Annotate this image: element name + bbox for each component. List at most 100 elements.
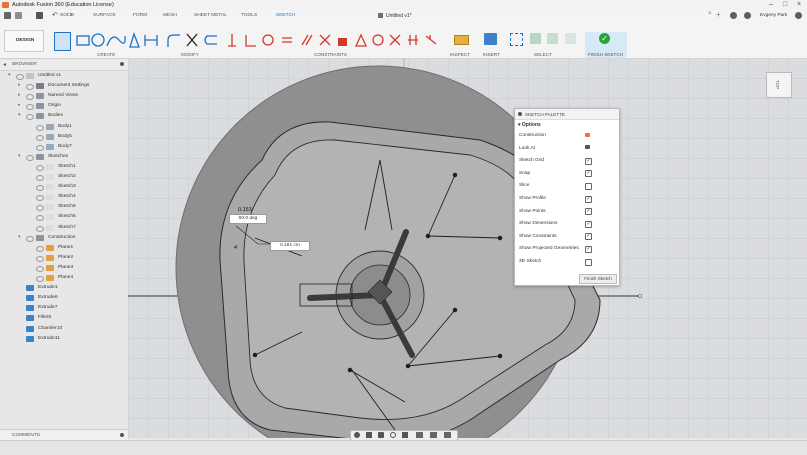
browser-row-sketches[interactable]: ▾ Sketches — [0, 152, 128, 162]
browser-row-extrude6[interactable]: Extrude6 — [0, 293, 128, 303]
browser-row-extrude1[interactable]: Extrude1 — [0, 283, 128, 293]
visibility-eye-icon[interactable] — [36, 195, 44, 202]
modify-tools-icons[interactable] — [165, 32, 220, 49]
browser-row-extrude11[interactable]: Extrude11 — [0, 334, 128, 344]
sketch-viewport-svg[interactable] — [128, 58, 807, 438]
close-button[interactable]: × — [792, 0, 806, 10]
visibility-eye-icon[interactable] — [36, 265, 44, 272]
orbit-icon[interactable] — [354, 432, 360, 438]
browser-row-plane2[interactable]: Plane2 — [0, 253, 128, 263]
tab-sheet-metal[interactable]: SHEET METAL — [194, 13, 227, 18]
group-label-modify[interactable]: MODIFY — [181, 52, 199, 57]
save-icon[interactable] — [36, 12, 43, 19]
visibility-eye-icon[interactable] — [26, 84, 34, 91]
construction-icon[interactable] — [585, 132, 590, 137]
browser-row-fillet9[interactable]: Fillet9 — [0, 313, 128, 323]
expand-toggle-icon[interactable]: ▾ — [18, 153, 21, 159]
expand-toggle-icon[interactable]: ▸ — [18, 102, 21, 108]
visibility-eye-icon[interactable] — [36, 164, 44, 171]
expand-toggle-icon[interactable]: ▾ — [18, 112, 21, 118]
create-tools-icons[interactable] — [75, 32, 165, 49]
browser-row-body7[interactable]: Body7 — [0, 142, 128, 152]
checkbox[interactable]: ✓ — [585, 208, 592, 216]
grid-settings-icon[interactable] — [430, 432, 437, 438]
browser-collapse-icon[interactable]: ◂ — [3, 61, 6, 68]
checkbox[interactable]: ✓ — [585, 195, 592, 203]
browser-row-sketch6[interactable]: Sketch6 — [0, 212, 128, 222]
finish-sketch-palette-button[interactable]: Finish Sketch — [579, 274, 617, 284]
maximize-button[interactable]: □ — [778, 0, 792, 10]
pan-icon[interactable] — [378, 432, 384, 438]
expand-toggle-icon[interactable]: ▸ — [18, 82, 21, 88]
browser-row-extrude7[interactable]: Extrude7 — [0, 303, 128, 313]
visibility-eye-icon[interactable] — [36, 134, 44, 141]
browser-row-plane3[interactable]: Plane3 — [0, 263, 128, 273]
checkbox[interactable]: ✓ — [585, 157, 592, 165]
viewport-canvas[interactable]: TOP — [128, 58, 807, 438]
browser-row-sketch3[interactable]: Sketch3 — [0, 182, 128, 192]
browser-row-sketch2[interactable]: Sketch2 — [0, 172, 128, 182]
tab-close-icon[interactable]: × — [708, 11, 712, 17]
visibility-eye-icon[interactable] — [26, 154, 34, 161]
visibility-eye-icon[interactable] — [36, 144, 44, 151]
user-name[interactable]: Evgeny Park — [760, 13, 787, 18]
options-section-header[interactable]: ▾ Options — [518, 122, 541, 128]
browser-row-construction[interactable]: ▾ Construction — [0, 233, 128, 243]
visibility-eye-icon[interactable] — [26, 114, 34, 121]
undo-icon[interactable]: ↶ — [52, 11, 58, 19]
finish-sketch-label[interactable]: FINISH SKETCH — [588, 52, 623, 57]
expand-toggle-icon[interactable]: ▾ — [18, 234, 21, 240]
group-label-create[interactable]: CREATE — [97, 52, 115, 57]
tab-sketch[interactable]: SKETCH — [276, 13, 295, 18]
visibility-eye-icon[interactable] — [16, 74, 24, 80]
checkbox[interactable] — [585, 182, 592, 190]
browser-row-bodies[interactable]: ▾ Bodies — [0, 111, 128, 121]
expand-toggle-icon[interactable]: ▸ — [18, 92, 21, 98]
visibility-eye-icon[interactable] — [36, 245, 44, 252]
browser-row-plane4[interactable]: Plane4 — [0, 273, 128, 283]
insert-image-icon[interactable] — [484, 33, 497, 45]
group-label-select[interactable]: SELECT — [534, 52, 552, 57]
comments-pin-icon[interactable] — [120, 433, 124, 437]
browser-pin-icon[interactable] — [120, 62, 124, 66]
fit-icon[interactable] — [402, 432, 408, 438]
new-tab-icon[interactable]: + — [716, 10, 721, 19]
select-window-icon[interactable] — [510, 33, 523, 46]
browser-row-sketch7[interactable]: Sketch7 — [0, 223, 128, 233]
tab-form[interactable]: FORM — [133, 13, 147, 18]
display-settings-icon[interactable] — [416, 432, 423, 438]
visibility-eye-icon[interactable] — [26, 94, 34, 101]
tab-mesh[interactable]: MESH — [163, 13, 177, 18]
visibility-eye-icon[interactable] — [36, 175, 44, 181]
browser-row-origin[interactable]: ▸ Origin — [0, 101, 128, 111]
checkbox[interactable]: ✓ — [585, 220, 592, 228]
group-label-inspect[interactable]: INSPECT — [450, 52, 470, 57]
select-filter-icon-2[interactable] — [547, 33, 558, 44]
visibility-eye-icon[interactable] — [36, 255, 44, 262]
select-filter-icon-3[interactable] — [565, 33, 576, 44]
group-label-constraints[interactable]: CONSTRAINTS — [314, 52, 347, 57]
checkbox[interactable]: ✓ — [585, 170, 592, 178]
browser-row-named-views[interactable]: ▸ Named Views — [0, 91, 128, 101]
create-sketch-icon[interactable] — [54, 32, 71, 51]
visibility-eye-icon[interactable] — [36, 225, 44, 232]
browser-row-body1[interactable]: Body1 — [0, 122, 128, 132]
dimension-label-a[interactable]: 0.153 — [238, 207, 252, 213]
viewcube[interactable]: TOP — [766, 72, 792, 98]
document-tab[interactable]: Untitled v1* — [378, 12, 448, 21]
design-workspace-button[interactable]: DESIGN — [4, 30, 44, 52]
grid-menu-icon[interactable] — [4, 12, 11, 19]
visibility-eye-icon[interactable] — [36, 124, 44, 131]
dimension-label-b[interactable]: 4 — [234, 245, 237, 251]
select-filter-icon-1[interactable] — [530, 33, 541, 44]
browser-row-sketch4[interactable]: Sketch4 — [0, 192, 128, 202]
browser-row-document-settings[interactable]: ▸ Document Settings — [0, 81, 128, 91]
length-value-input[interactable]: 0.181 cm — [270, 241, 310, 251]
browser-row-untitled-v1[interactable]: ▾ Untitled v1 — [0, 71, 128, 81]
visibility-eye-icon[interactable] — [36, 205, 44, 212]
visibility-eye-icon[interactable] — [36, 185, 44, 192]
browser-row-chamfer10[interactable]: Chamfer10 — [0, 324, 128, 334]
inspect-measure-icon[interactable] — [454, 35, 469, 45]
browser-row-body5[interactable]: Body5 — [0, 132, 128, 142]
tab-surface[interactable]: SURFACE — [93, 13, 116, 18]
